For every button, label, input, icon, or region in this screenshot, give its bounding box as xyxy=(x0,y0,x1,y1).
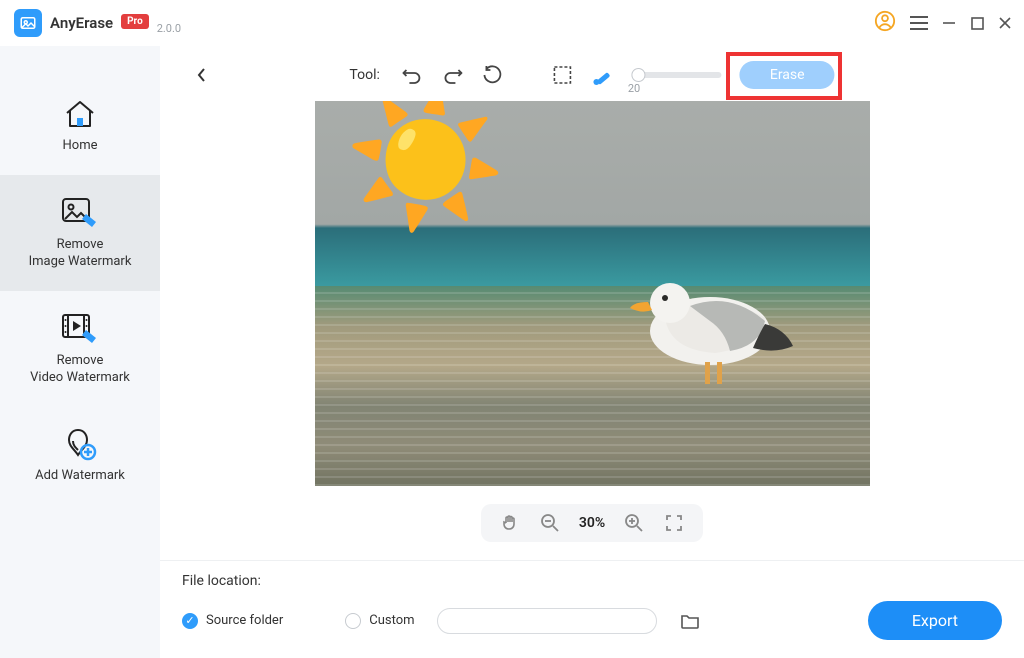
sun-sticker: ☀️ xyxy=(345,101,507,226)
editor-toolbar: Tool: 20 Erase xyxy=(178,58,1006,91)
sidebar-item-home[interactable]: Home xyxy=(0,76,160,175)
maximize-button[interactable] xyxy=(970,16,984,30)
brush-icon xyxy=(594,66,612,84)
undo-button[interactable] xyxy=(402,64,424,86)
close-button[interactable] xyxy=(998,16,1012,30)
custom-path-input[interactable] xyxy=(437,608,657,634)
radio-dot-icon xyxy=(182,613,198,629)
browse-folder-button[interactable] xyxy=(679,610,701,632)
brush-size-value: 20 xyxy=(628,82,640,95)
image-watermark-icon xyxy=(61,195,99,231)
radio-label: Source folder xyxy=(206,613,283,628)
sidebar-item-remove-video-watermark[interactable]: Remove Video Watermark xyxy=(0,291,160,407)
footer: File location: Source folder Custom Expo… xyxy=(160,560,1024,658)
sidebar-item-label: Remove Image Watermark xyxy=(29,237,132,271)
app-logo xyxy=(14,9,42,37)
zoom-bar: 30% xyxy=(481,504,703,542)
brush-tool[interactable] xyxy=(592,64,614,86)
radio-dot-icon xyxy=(345,613,361,629)
home-icon xyxy=(63,96,97,132)
account-icon[interactable] xyxy=(874,10,896,36)
sidebar-item-add-watermark[interactable]: Add Watermark xyxy=(0,406,160,505)
zoom-out-button[interactable] xyxy=(539,512,561,534)
radio-label: Custom xyxy=(369,613,414,628)
title-bar: AnyErase Pro 2.0.0 xyxy=(0,0,1024,46)
menu-icon[interactable] xyxy=(910,16,928,30)
sidebar-item-label: Remove Video Watermark xyxy=(30,353,130,387)
file-location-label: File location: xyxy=(182,573,1002,589)
slider-knob[interactable] xyxy=(632,68,646,82)
pro-badge: Pro xyxy=(121,14,149,29)
brush-size-slider[interactable]: 20 xyxy=(632,72,722,78)
app-name: AnyErase xyxy=(50,14,113,32)
zoom-in-button[interactable] xyxy=(623,512,645,534)
radio-source-folder[interactable]: Source folder xyxy=(182,613,283,629)
redo-button[interactable] xyxy=(442,64,464,86)
minimize-button[interactable] xyxy=(942,16,956,30)
seagull-graphic xyxy=(615,246,805,396)
radio-custom[interactable]: Custom xyxy=(345,613,414,629)
export-button[interactable]: Export xyxy=(868,601,1002,640)
video-watermark-icon xyxy=(61,311,99,347)
reset-button[interactable] xyxy=(482,64,504,86)
sidebar-item-remove-image-watermark[interactable]: Remove Image Watermark xyxy=(0,175,160,291)
sidebar-item-label: Home xyxy=(63,138,98,155)
main-panel: Tool: 20 Erase xyxy=(160,46,1024,658)
erase-button[interactable]: Erase xyxy=(740,61,835,89)
image-canvas[interactable]: ☀️ xyxy=(315,101,870,486)
pan-tool[interactable] xyxy=(499,512,521,534)
fullscreen-button[interactable] xyxy=(663,512,685,534)
marquee-tool[interactable] xyxy=(552,64,574,86)
tool-label: Tool: xyxy=(349,67,379,83)
add-watermark-icon xyxy=(63,426,97,462)
sidebar-item-label: Add Watermark xyxy=(35,468,125,485)
sidebar: Home Remove Image Watermark Remove Video… xyxy=(0,46,160,658)
zoom-value: 30% xyxy=(579,515,605,531)
back-button[interactable] xyxy=(190,63,214,87)
app-version: 2.0.0 xyxy=(157,22,181,35)
